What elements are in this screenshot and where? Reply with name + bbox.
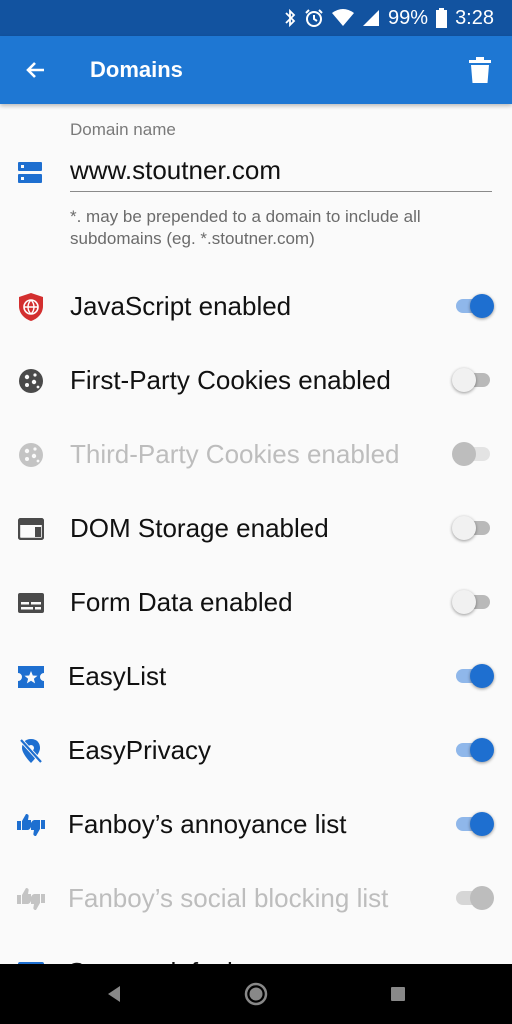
toggle-switch[interactable] xyxy=(452,812,494,836)
status-bar: 99% 3:28 xyxy=(0,0,512,36)
switch-thumb xyxy=(452,442,476,466)
toggle-switch[interactable] xyxy=(452,294,494,318)
setting-label: Fanboy’s annoyance list xyxy=(68,809,347,839)
cookie-icon xyxy=(16,440,46,470)
back-button[interactable] xyxy=(16,50,56,90)
setting-label: DOM Storage enabled xyxy=(70,513,329,543)
nav-recents-button[interactable] xyxy=(380,976,416,1012)
form-data-icon xyxy=(16,588,46,618)
battery-icon xyxy=(436,8,448,28)
battery-percent: 99% xyxy=(388,6,429,29)
toggle-switch[interactable] xyxy=(452,738,494,762)
setting-row[interactable]: Form Data enabled xyxy=(0,572,512,632)
toggle-switch[interactable] xyxy=(452,590,494,614)
clock: 3:28 xyxy=(455,6,494,29)
web-storage-icon xyxy=(16,514,46,544)
setting-label: System default xyxy=(68,942,240,964)
nav-back-icon xyxy=(108,986,120,1002)
domain-hint: *. may be prepended to a domain to inclu… xyxy=(70,207,421,248)
setting-row[interactable]: EasyList xyxy=(0,646,512,706)
thumbs-icon xyxy=(16,810,46,840)
setting-row[interactable]: DOM Storage enabled xyxy=(0,498,512,558)
page-title: Domains xyxy=(90,57,183,82)
setting-label: Third-Party Cookies enabled xyxy=(70,439,400,469)
domain-name-label: Domain name xyxy=(70,120,176,139)
switch-thumb xyxy=(452,590,476,614)
nav-home-button[interactable] xyxy=(238,976,274,1012)
nav-back-button[interactable] xyxy=(96,976,132,1012)
toggle-switch[interactable] xyxy=(452,516,494,540)
javascript-shield-icon xyxy=(16,292,46,322)
setting-label: Fanboy’s social blocking list xyxy=(68,883,389,913)
switch-thumb xyxy=(470,812,494,836)
toggle-switch xyxy=(452,442,494,466)
arrow-back-icon xyxy=(26,62,44,78)
bluetooth-icon xyxy=(284,8,296,28)
toggle-switch[interactable] xyxy=(452,368,494,392)
delete-button[interactable] xyxy=(460,50,500,90)
setting-row[interactable]: First-Party Cookies enabled xyxy=(0,350,512,410)
easylist-icon xyxy=(16,662,46,692)
nav-home-icon xyxy=(244,982,268,1006)
setting-label: JavaScript enabled xyxy=(70,291,292,321)
setting-row: Fanboy’s social blocking list xyxy=(0,868,512,928)
nav-recents-icon xyxy=(391,987,405,1001)
toggle-switch[interactable] xyxy=(452,664,494,688)
setting-row[interactable]: EasyPrivacy xyxy=(0,720,512,780)
domain-settings: Domain name *. may be prepended to a dom… xyxy=(0,104,512,964)
domain-name-input[interactable] xyxy=(70,150,492,192)
alarm-icon xyxy=(304,8,324,28)
switch-thumb xyxy=(470,738,494,762)
setting-label: EasyList xyxy=(68,661,167,691)
switch-thumb xyxy=(470,886,494,910)
switch-thumb xyxy=(470,664,494,688)
easyprivacy-icon xyxy=(16,736,46,766)
cookie-icon xyxy=(16,366,46,396)
thumbs-icon xyxy=(16,884,46,914)
navigation-bar xyxy=(0,964,512,1024)
switch-thumb xyxy=(452,516,476,540)
setting-row[interactable]: Fanboy’s annoyance list xyxy=(0,794,512,854)
status-icons: 99% 3:28 xyxy=(284,0,494,36)
app-bar: Domains xyxy=(0,36,512,104)
switch-thumb xyxy=(452,368,476,392)
setting-label: First-Party Cookies enabled xyxy=(70,365,391,395)
setting-row[interactable]: JavaScript enabled xyxy=(0,276,512,336)
setting-row-partial[interactable]: System default xyxy=(0,942,512,964)
trash-icon xyxy=(469,57,491,83)
cell-signal-icon xyxy=(362,9,380,27)
domain-icon xyxy=(18,162,42,189)
switch-thumb xyxy=(470,294,494,318)
setting-label: Form Data enabled xyxy=(70,587,293,617)
toggle-switch xyxy=(452,886,494,910)
wifi-icon xyxy=(332,9,355,27)
setting-label: EasyPrivacy xyxy=(68,735,212,765)
setting-row: Third-Party Cookies enabled xyxy=(0,424,512,484)
